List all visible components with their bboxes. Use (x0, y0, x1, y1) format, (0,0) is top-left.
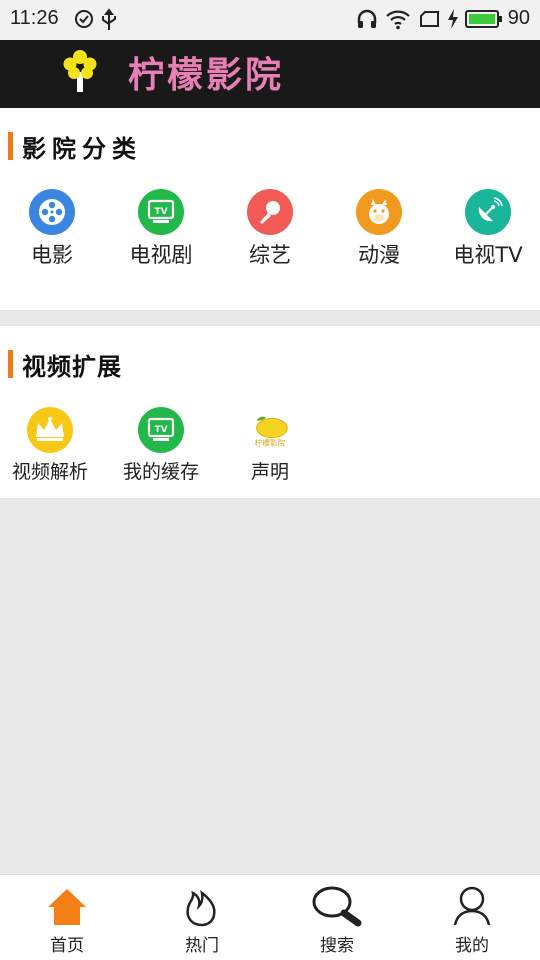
ext-label: 我的缓存 (122, 461, 199, 483)
section-header: 视频扩展 (0, 326, 540, 386)
video-extension-section: 视频扩展 视频解析 TV 我的缓存 柠檬影院 声明 (0, 326, 540, 498)
svg-text:TV: TV (154, 425, 167, 435)
category-label: 电影 (31, 243, 73, 267)
category-label: 电视剧 (129, 243, 193, 267)
nav-label: 搜索 (320, 936, 354, 956)
tv-icon: TV (138, 189, 184, 235)
status-time: 11:26 (10, 7, 59, 29)
satellite-dish-icon (465, 189, 511, 235)
nav-search[interactable]: 搜索 (277, 883, 397, 956)
category-tv-live[interactable]: 电视TV (438, 189, 538, 269)
flame-icon (142, 883, 262, 927)
lemon-tree-logo-icon (62, 46, 98, 98)
category-variety[interactable]: 综艺 (220, 189, 320, 269)
home-icon (7, 883, 127, 927)
tv-icon: TV (138, 407, 184, 453)
cartoon-cat-icon (356, 189, 402, 235)
category-label: 动漫 (358, 243, 400, 267)
category-anime[interactable]: 动漫 (329, 189, 429, 269)
sim-card-icon (419, 8, 441, 34)
nav-hot[interactable]: 热门 (142, 883, 262, 956)
charging-bolt-icon (446, 8, 460, 34)
battery-icon (465, 8, 503, 34)
section-accent-bar (8, 132, 13, 160)
category-tv-series[interactable]: TV 电视剧 (111, 189, 211, 269)
nav-home[interactable]: 首页 (7, 883, 127, 956)
lemon-logo-icon: 柠檬影院 (247, 407, 293, 453)
battery-percentage: 90 (507, 7, 530, 29)
nav-label: 首页 (50, 936, 84, 956)
svg-text:TV: TV (154, 207, 167, 217)
category-label: 电视TV (453, 243, 523, 267)
check-circle-icon (74, 8, 94, 34)
film-reel-icon (29, 189, 75, 235)
headphones-icon (356, 8, 378, 34)
ext-video-parse[interactable]: 视频解析 (0, 407, 100, 484)
section-title: 影院分类 (22, 135, 142, 163)
status-bar: 11:26 90 (0, 0, 540, 40)
nav-label: 我的 (455, 936, 489, 956)
category-label: 综艺 (249, 243, 291, 267)
section-header: 影院分类 (0, 108, 540, 168)
usb-icon (100, 8, 118, 36)
user-icon (412, 883, 532, 927)
nav-label: 热门 (185, 936, 219, 956)
cinema-category-section: 影院分类 电影 TV 电视剧 综艺 动漫 电视TV (0, 108, 540, 310)
ext-label: 声明 (250, 461, 289, 483)
search-icon (277, 883, 397, 927)
category-movie[interactable]: 电影 (2, 189, 102, 269)
ext-my-cache[interactable]: TV 我的缓存 (111, 407, 211, 484)
ext-label: 视频解析 (11, 461, 88, 483)
bottom-navigation: 首页 热门 搜索 我的 (0, 874, 540, 960)
wifi-icon (385, 8, 411, 34)
section-accent-bar (8, 350, 13, 378)
microphone-icon (247, 189, 293, 235)
crown-icon (27, 407, 73, 453)
app-logo-title: 柠檬影院 (128, 54, 285, 96)
nav-mine[interactable]: 我的 (412, 883, 532, 956)
ext-statement[interactable]: 柠檬影院 声明 (220, 407, 320, 484)
app-header: 柠檬影院 (0, 40, 540, 108)
section-title: 视频扩展 (22, 353, 122, 381)
lemon-logo-caption: 柠檬影院 (255, 437, 286, 447)
